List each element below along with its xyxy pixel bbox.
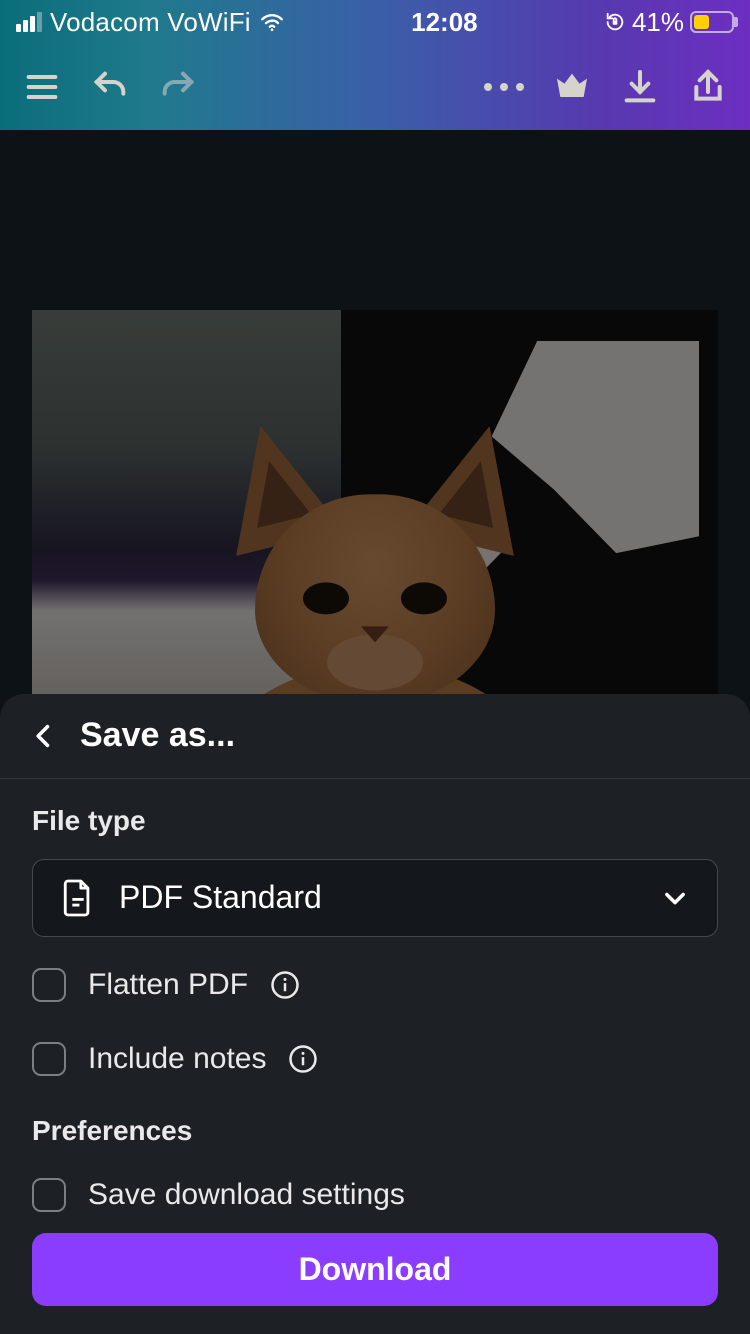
save-settings-label: Save download settings	[88, 1178, 405, 1212]
chevron-down-icon	[661, 884, 689, 912]
crown-icon[interactable]	[550, 65, 594, 109]
status-bar: Vodacom VoWiFi 12:08 41%	[0, 0, 750, 44]
battery-icon	[690, 11, 734, 33]
share-icon[interactable]	[686, 65, 730, 109]
app-toolbar	[0, 44, 750, 130]
info-icon[interactable]	[288, 1044, 318, 1074]
preferences-label: Preferences	[32, 1115, 718, 1147]
back-button[interactable]	[30, 722, 58, 750]
info-icon[interactable]	[270, 970, 300, 1000]
include-notes-row: Include notes	[32, 1033, 718, 1085]
save-settings-row: Save download settings	[32, 1169, 718, 1221]
include-notes-label: Include notes	[88, 1042, 266, 1076]
more-icon[interactable]	[482, 65, 526, 109]
rotation-lock-icon	[604, 11, 626, 33]
sheet-header: Save as...	[0, 694, 750, 779]
flatten-pdf-row: Flatten PDF	[32, 959, 718, 1011]
sheet-title: Save as...	[80, 716, 235, 755]
design-preview	[32, 310, 718, 696]
file-type-value: PDF Standard	[119, 879, 637, 916]
save-as-sheet: Save as... File type PDF Standard	[0, 694, 750, 1334]
file-type-label: File type	[32, 805, 718, 837]
download-button[interactable]: Download	[32, 1233, 718, 1306]
document-icon	[61, 878, 95, 918]
clock: 12:08	[285, 7, 604, 38]
flatten-pdf-checkbox[interactable]	[32, 968, 66, 1002]
download-icon[interactable]	[618, 65, 662, 109]
carrier-label: Vodacom VoWiFi	[50, 7, 251, 38]
include-notes-checkbox[interactable]	[32, 1042, 66, 1076]
flatten-pdf-label: Flatten PDF	[88, 968, 248, 1002]
editor-canvas[interactable]	[0, 130, 750, 696]
menu-icon[interactable]	[20, 65, 64, 109]
wifi-icon	[259, 9, 285, 35]
undo-icon[interactable]	[88, 65, 132, 109]
battery-percent: 41%	[632, 7, 684, 38]
cellular-signal-icon	[16, 12, 42, 32]
save-settings-checkbox[interactable]	[32, 1178, 66, 1212]
file-type-select[interactable]: PDF Standard	[32, 859, 718, 937]
redo-icon[interactable]	[156, 65, 200, 109]
